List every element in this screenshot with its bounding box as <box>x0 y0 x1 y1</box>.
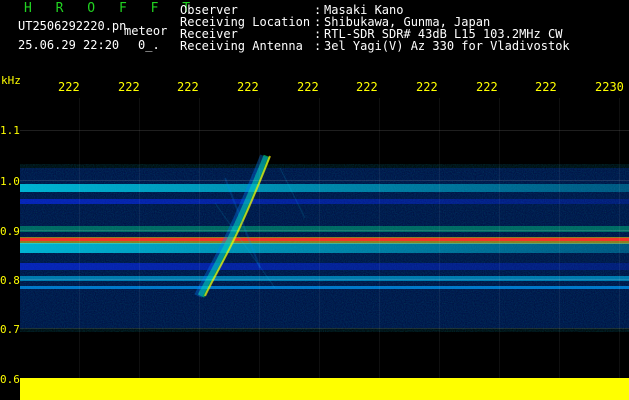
y-grid-line <box>20 130 629 131</box>
x-tick: 222 <box>416 80 438 94</box>
y-grid-line <box>20 328 629 329</box>
date-time: 25.06.29 22:20 <box>18 38 120 52</box>
metadata-panel: Observer : Masaki Kano Receiving Locatio… <box>180 4 570 52</box>
grid-line <box>79 98 80 400</box>
x-tick: 222 <box>356 80 378 94</box>
y-tick: 0.7 <box>0 323 20 336</box>
file-name: UT2506292220.pn <box>18 19 127 33</box>
x-tick: 222 <box>118 80 140 94</box>
observation-type: meteor <box>124 24 168 38</box>
meta-separator: : <box>314 39 322 53</box>
spectrogram-plot <box>20 98 629 400</box>
x-tick: 222 <box>476 80 498 94</box>
meta-value: 3el Yagi(V) Az 330 for Vladivostok <box>324 39 570 53</box>
x-tick: 222 <box>535 80 557 94</box>
x-tick: 222 <box>237 80 259 94</box>
meta-row-antenna: Receiving Antenna : 3el Yagi(V) Az 330 f… <box>180 40 570 52</box>
y-tick: 0.6 <box>0 373 20 386</box>
header: H R O F F T UT2506292220.pn meteor 25.06… <box>0 0 629 74</box>
y-tick: 1.1 <box>0 124 20 137</box>
grid-line <box>199 98 200 400</box>
grid-line <box>499 98 500 400</box>
grid-line <box>319 98 320 400</box>
x-tick: 222 <box>58 80 80 94</box>
grid-line <box>379 98 380 400</box>
y-grid-line <box>20 230 629 231</box>
x-axis-unit: kHz <box>1 74 21 87</box>
y-grid-line <box>20 180 629 181</box>
grid-line <box>139 98 140 400</box>
signal-level-bar <box>20 378 629 400</box>
x-tick: 2230 <box>595 80 624 94</box>
meta-label: Receiving Antenna <box>180 39 303 53</box>
grid-line <box>559 98 560 400</box>
y-grid-line <box>20 279 629 280</box>
y-tick: 0.8 <box>0 274 20 287</box>
x-axis: kHz 222 222 222 222 222 222 222 222 222 … <box>0 74 629 100</box>
y-tick: 1.0 <box>0 175 20 188</box>
x-tick: 222 <box>177 80 199 94</box>
grid-line <box>439 98 440 400</box>
status-suffix: 0_. <box>138 38 160 52</box>
app-title: H R O F F T <box>24 1 199 16</box>
x-tick: 222 <box>297 80 319 94</box>
y-tick: 0.9 <box>0 225 20 238</box>
grid-line <box>619 98 620 400</box>
spectrogram-svg <box>20 98 629 400</box>
grid-line <box>259 98 260 400</box>
